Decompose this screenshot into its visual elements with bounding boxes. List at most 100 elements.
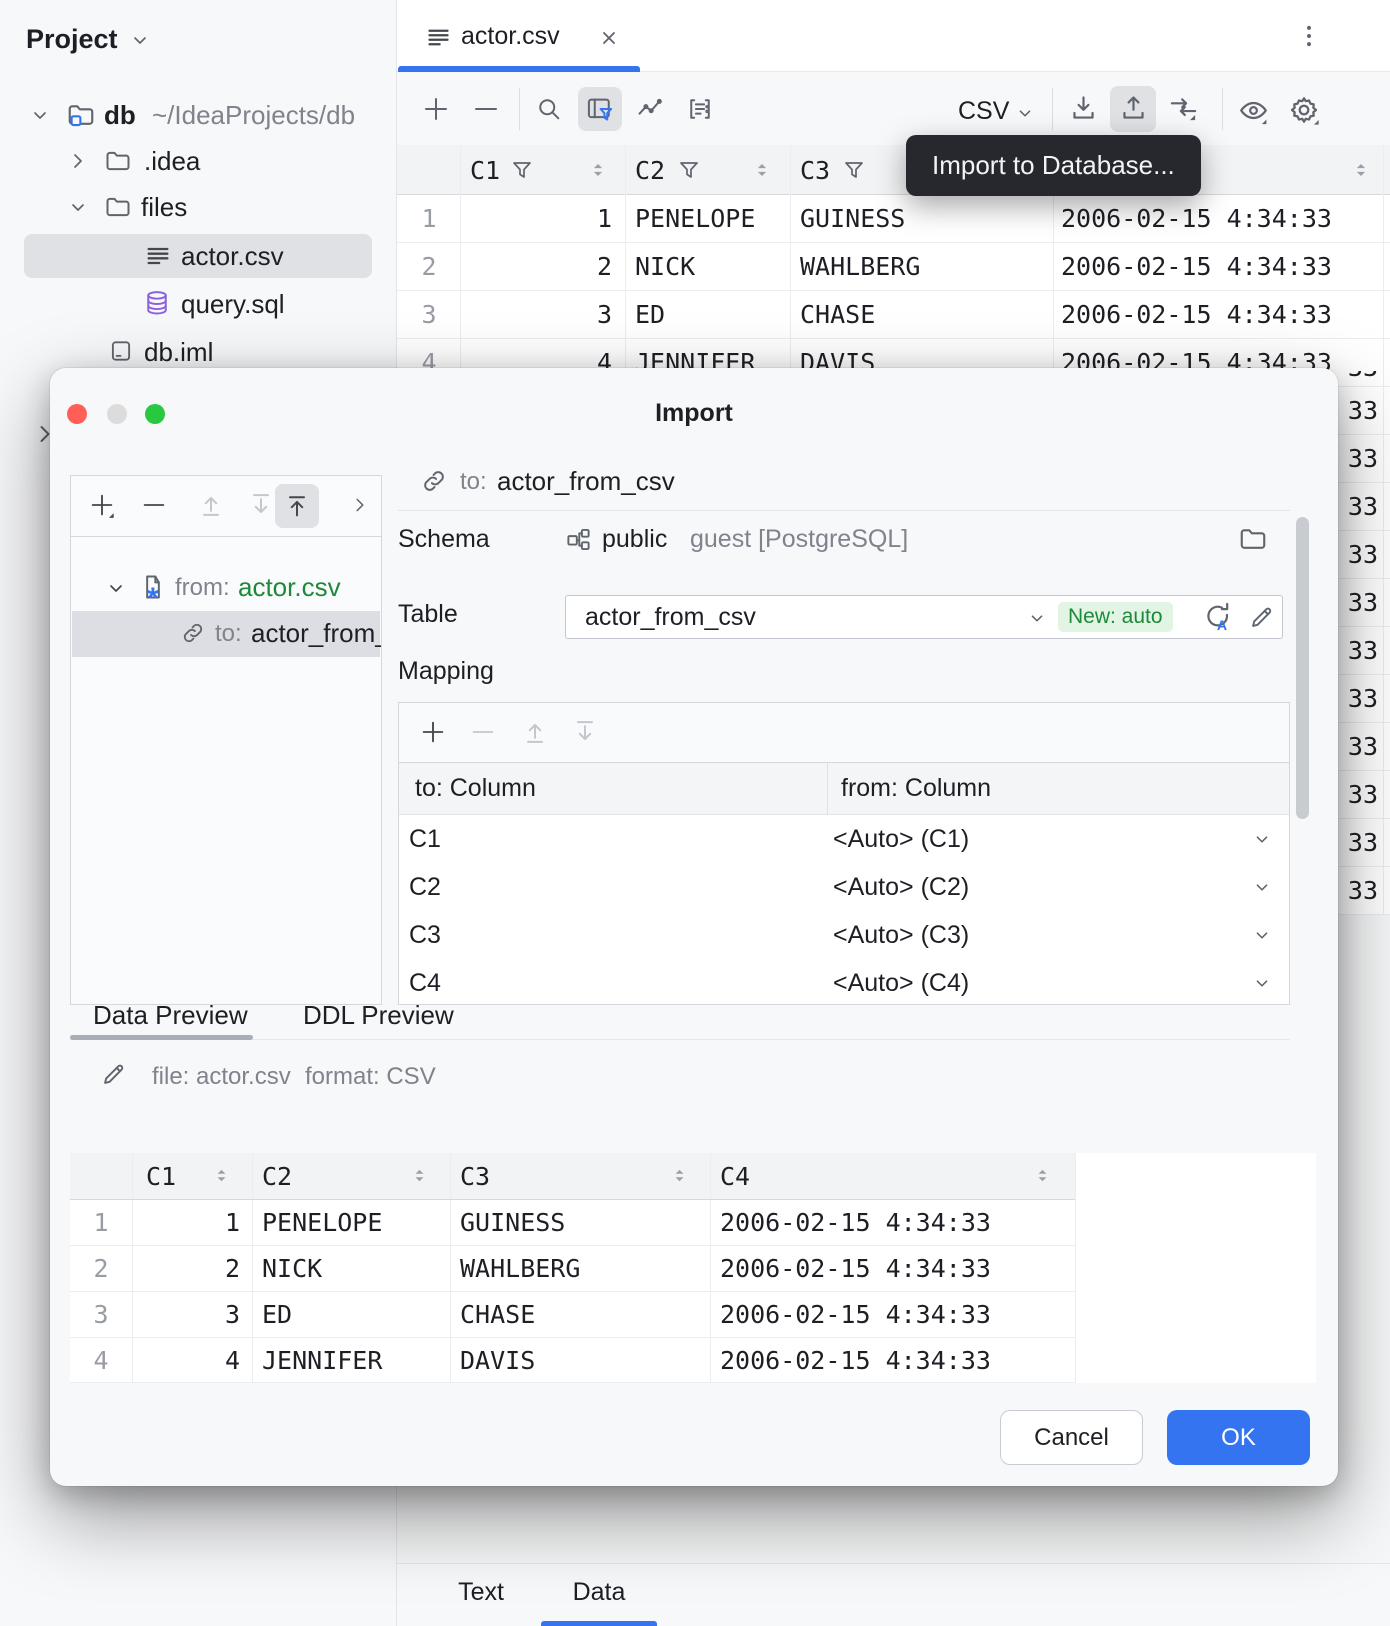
cell[interactable]: NICK: [262, 1256, 322, 1282]
cell[interactable]: 2006-02-15 4:34:33: [720, 1348, 991, 1374]
mapping-add-button[interactable]: [419, 718, 447, 746]
tab-data[interactable]: Data: [563, 1578, 635, 1607]
sort-icon[interactable]: [587, 159, 609, 186]
add-source-button[interactable]: [88, 491, 116, 519]
mapping-to-cell[interactable]: C3: [409, 921, 441, 950]
close-icon[interactable]: [599, 28, 619, 48]
cell[interactable]: WAHLBERG: [800, 254, 920, 280]
chevron-down-icon[interactable]: [1251, 924, 1273, 946]
clipped-cell[interactable]: 33: [1338, 830, 1378, 856]
cell[interactable]: 2006-02-15 4:34:33: [720, 1256, 991, 1282]
format-chevron-icon[interactable]: [1014, 102, 1036, 124]
cell[interactable]: 1: [144, 1210, 240, 1236]
chevron-down-icon[interactable]: [104, 576, 128, 600]
preview-column-header-c1[interactable]: C1: [146, 1162, 176, 1191]
cell[interactable]: GUINESS: [460, 1210, 565, 1236]
sort-icon[interactable]: [1350, 159, 1372, 186]
cell[interactable]: 2006-02-15 4:34:33: [1061, 302, 1332, 328]
expand-chevron-icon[interactable]: [349, 494, 371, 516]
sort-icon[interactable]: [1032, 1165, 1053, 1191]
mapping-header-to[interactable]: to: Column: [415, 774, 536, 803]
tree-item-db-root[interactable]: db ~/IdeaProjects/db: [0, 92, 397, 138]
cell[interactable]: NICK: [635, 254, 695, 280]
chevron-down-icon[interactable]: [1251, 876, 1273, 898]
edit-pencil-icon[interactable]: [100, 1061, 127, 1088]
clipped-cell[interactable]: 33: [1338, 398, 1378, 424]
chevron-right-icon[interactable]: [66, 149, 90, 173]
filter-funnel-icon[interactable]: [677, 158, 701, 182]
aggregate-view-button[interactable]: [686, 95, 714, 123]
view-options-eye-button[interactable]: [1238, 95, 1269, 126]
transpose-button[interactable]: [1168, 93, 1199, 124]
clipped-cell[interactable]: 33: [1338, 542, 1378, 568]
cell[interactable]: PENELOPE: [635, 206, 755, 232]
scroll-to-source-button-active[interactable]: [275, 484, 319, 528]
table-name-field[interactable]: actor_from_csv New: auto A: [565, 595, 1283, 639]
clipped-cell[interactable]: 33: [1338, 638, 1378, 664]
kebab-menu-icon[interactable]: [1295, 22, 1323, 55]
mapping-from-cell[interactable]: <Auto> (C3): [833, 921, 969, 950]
cell[interactable]: 2006-02-15 4:34:33: [720, 1210, 991, 1236]
format-selector[interactable]: CSV: [958, 97, 1009, 126]
clipped-cell[interactable]: 33: [1338, 590, 1378, 616]
cell[interactable]: 3: [144, 1302, 240, 1328]
cell[interactable]: WAHLBERG: [460, 1256, 580, 1282]
column-header-c3[interactable]: C3: [800, 156, 830, 185]
field-chevron-down-icon[interactable]: [1026, 607, 1048, 629]
choose-schema-folder-button[interactable]: [1238, 524, 1268, 554]
remove-row-button[interactable]: [471, 94, 501, 124]
filter-rows-button-active[interactable]: [578, 87, 622, 131]
import-upload-button-active[interactable]: [1110, 86, 1156, 132]
settings-gear-button[interactable]: [1288, 94, 1320, 126]
cell[interactable]: 2006-02-15 4:34:33: [1061, 206, 1332, 232]
clipped-cell[interactable]: 33: [1338, 686, 1378, 712]
project-title-chevron-icon[interactable]: [128, 28, 152, 52]
cell[interactable]: 4: [144, 1348, 240, 1374]
clipped-cell[interactable]: 33: [1338, 878, 1378, 904]
mapping-row[interactable]: C2 <Auto> (C2): [399, 863, 1289, 911]
source-tree-to-row-selected[interactable]: to: actor_from_: [72, 611, 380, 657]
chart-button[interactable]: [636, 95, 664, 123]
cell[interactable]: 1: [540, 206, 612, 232]
mapping-header-from[interactable]: from: Column: [841, 774, 991, 803]
mapping-row[interactable]: C1 <Auto> (C1): [399, 815, 1289, 863]
edit-pencil-icon[interactable]: [1248, 604, 1275, 631]
cell[interactable]: 2: [540, 254, 612, 280]
cell[interactable]: DAVIS: [460, 1348, 535, 1374]
preview-column-header-c2[interactable]: C2: [262, 1162, 292, 1191]
tab-data-preview[interactable]: Data Preview: [93, 1000, 248, 1031]
filter-funnel-icon[interactable]: [510, 158, 534, 182]
mapping-to-cell[interactable]: C2: [409, 873, 441, 902]
export-download-button[interactable]: [1068, 93, 1099, 124]
tree-item-query-sql[interactable]: query.sql: [0, 282, 397, 328]
clipped-cell[interactable]: 33: [1338, 446, 1378, 472]
mapping-from-cell[interactable]: <Auto> (C4): [833, 969, 969, 998]
chevron-down-icon[interactable]: [28, 103, 52, 127]
tree-item-actor-csv[interactable]: actor.csv: [24, 234, 372, 278]
cell[interactable]: 2006-02-15 4:34:33: [1061, 254, 1332, 280]
cell[interactable]: PENELOPE: [262, 1210, 382, 1236]
clipped-cell[interactable]: 33: [1338, 494, 1378, 520]
mapping-row[interactable]: C3 <Auto> (C3): [399, 911, 1289, 959]
clipped-cell[interactable]: 33: [1338, 782, 1378, 808]
cell[interactable]: CHASE: [460, 1302, 535, 1328]
tab-actor-csv[interactable]: actor.csv: [399, 0, 641, 72]
cell[interactable]: ED: [262, 1302, 292, 1328]
clipped-cell[interactable]: 33: [1338, 734, 1378, 760]
tree-item-idea[interactable]: .idea: [0, 138, 397, 184]
cell[interactable]: 2: [144, 1256, 240, 1282]
column-header-c2[interactable]: C2: [635, 156, 665, 185]
dialog-scrollbar[interactable]: [1296, 517, 1309, 819]
mapping-to-cell[interactable]: C4: [409, 969, 441, 998]
mapping-row[interactable]: C4 <Auto> (C4): [399, 959, 1289, 1005]
mapping-to-cell[interactable]: C1: [409, 825, 441, 854]
sort-icon[interactable]: [211, 1165, 232, 1191]
search-icon[interactable]: [535, 95, 563, 123]
remove-source-button[interactable]: [140, 491, 168, 519]
clipped-cell[interactable]: 33: [1338, 371, 1378, 381]
filter-funnel-icon[interactable]: [842, 158, 866, 182]
mapping-from-cell[interactable]: <Auto> (C2): [833, 873, 969, 902]
chevron-down-icon[interactable]: [66, 195, 90, 219]
cell[interactable]: 3: [540, 302, 612, 328]
schema-value[interactable]: public: [602, 525, 667, 554]
